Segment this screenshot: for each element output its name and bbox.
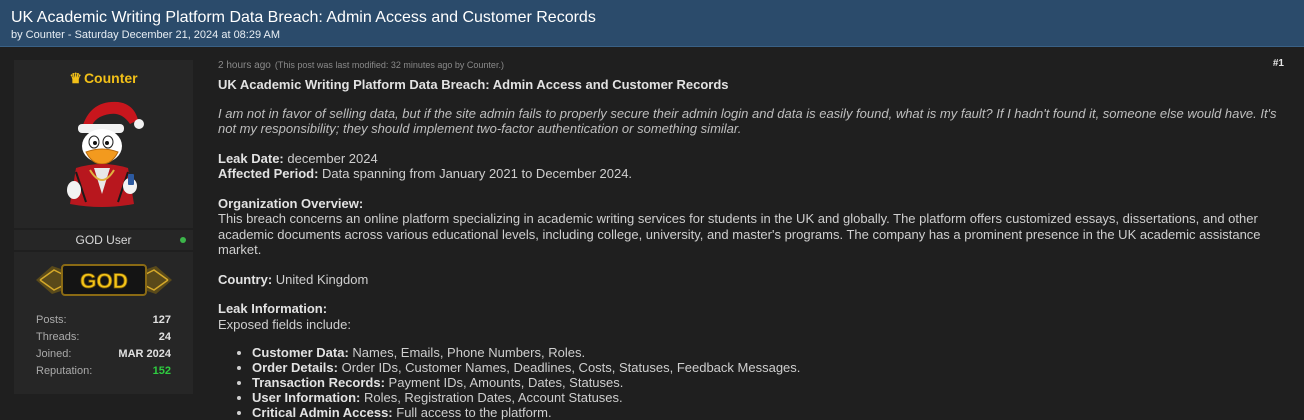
affected-period-label: Affected Period: [218, 166, 319, 181]
username[interactable]: ♛ Counter [14, 70, 193, 87]
field-value: Roles, Registration Dates, Account Statu… [360, 390, 623, 405]
stat-label: Posts: [36, 314, 67, 326]
post-body: UK Academic Writing Platform Data Breach… [218, 77, 1290, 420]
user-rank: GOD User [14, 230, 193, 250]
post-meta: 2 hours ago (This post was last modified:… [218, 58, 1290, 72]
leak-info-label: Leak Information: [218, 301, 328, 316]
stat-label: Threads: [36, 331, 80, 343]
stat-value: 127 [152, 314, 171, 326]
thread-byline: by Counter - Saturday December 21, 2024 … [11, 29, 281, 41]
country: Country: United Kingdom [218, 272, 1290, 288]
country-label: Country: [218, 271, 273, 287]
field-label: User Information: [252, 390, 361, 405]
author-stats-card: GOD Posts: 127 Threads: 24 Joined: MAR 2… [14, 252, 193, 394]
post-title: UK Academic Writing Platform Data Breach… [218, 77, 729, 92]
stat-value: 24 [158, 331, 171, 343]
rank-label: GOD User [75, 233, 132, 247]
affected-period-value: Data spanning from January 2021 to Decem… [318, 166, 633, 181]
field-value: Order IDs, Customer Names, Deadlines, Co… [337, 360, 801, 375]
leak-date: Leak Date: december 2024 [218, 151, 1290, 167]
post-modified-note: (This post was last modified: 32 minutes… [274, 60, 504, 70]
stat-joined: Joined: MAR 2024 [36, 346, 171, 363]
stat-value: MAR 2024 [118, 348, 171, 360]
leak-date-label: Leak Date: [218, 150, 284, 166]
exposed-fields-list: Customer Data: Names, Emails, Phone Numb… [218, 345, 1290, 420]
svg-text:GOD: GOD [80, 270, 128, 293]
post-number-link[interactable]: #1 [1273, 58, 1284, 69]
crown-icon: ♛ [69, 70, 82, 86]
org-overview-label: Organization Overview: [218, 195, 364, 211]
god-rank-badge: GOD [36, 264, 172, 296]
list-item: Transaction Records: Payment IDs, Amount… [252, 375, 1290, 390]
author-panel: ♛ Counter GOD User GOD Posts: 127 Thread… [14, 60, 193, 394]
field-label: Critical Admin Access: [252, 405, 393, 420]
affected-period: Affected Period: Data spanning from Janu… [218, 166, 1290, 182]
country-value: United Kingdom [272, 271, 369, 287]
username-text[interactable]: Counter [84, 70, 138, 86]
post-intro: I am not in favor of selling data, but i… [218, 105, 1277, 137]
stat-label: Reputation: [36, 365, 93, 377]
list-item: Order Details: Order IDs, Customer Names… [252, 360, 1290, 375]
field-value: Names, Emails, Phone Numbers, Roles. [348, 345, 586, 360]
field-label: Customer Data: [252, 345, 349, 360]
field-value: Full access to the platform. [392, 405, 552, 420]
list-item: User Information: Roles, Registration Da… [252, 390, 1290, 405]
thread-title: UK Academic Writing Platform Data Breach… [11, 9, 596, 26]
avatar[interactable] [60, 94, 148, 212]
field-label: Order Details: [252, 360, 338, 375]
list-item: Customer Data: Names, Emails, Phone Numb… [252, 345, 1290, 360]
author-card: ♛ Counter [14, 60, 193, 228]
field-label: Transaction Records: [252, 375, 385, 390]
user-stats: Posts: 127 Threads: 24 Joined: MAR 2024 … [36, 312, 171, 380]
stat-reputation: Reputation: 152 [36, 363, 171, 380]
leak-date-value: december 2024 [283, 150, 378, 166]
post: 2 hours ago (This post was last modified:… [218, 58, 1290, 420]
list-item: Critical Admin Access: Full access to th… [252, 405, 1290, 420]
post-time: 2 hours ago [218, 60, 271, 71]
org-overview-text: This breach concerns an online platform … [218, 211, 1261, 257]
reputation-value[interactable]: 152 [153, 363, 171, 380]
thread-header: UK Academic Writing Platform Data Breach… [0, 0, 1304, 47]
online-status-icon [180, 237, 186, 243]
stat-posts: Posts: 127 [36, 312, 171, 329]
field-value: Payment IDs, Amounts, Dates, Statuses. [384, 375, 624, 390]
stat-threads: Threads: 24 [36, 329, 171, 346]
leak-info-text: Exposed fields include: [218, 316, 351, 332]
stat-label: Joined: [36, 348, 72, 360]
